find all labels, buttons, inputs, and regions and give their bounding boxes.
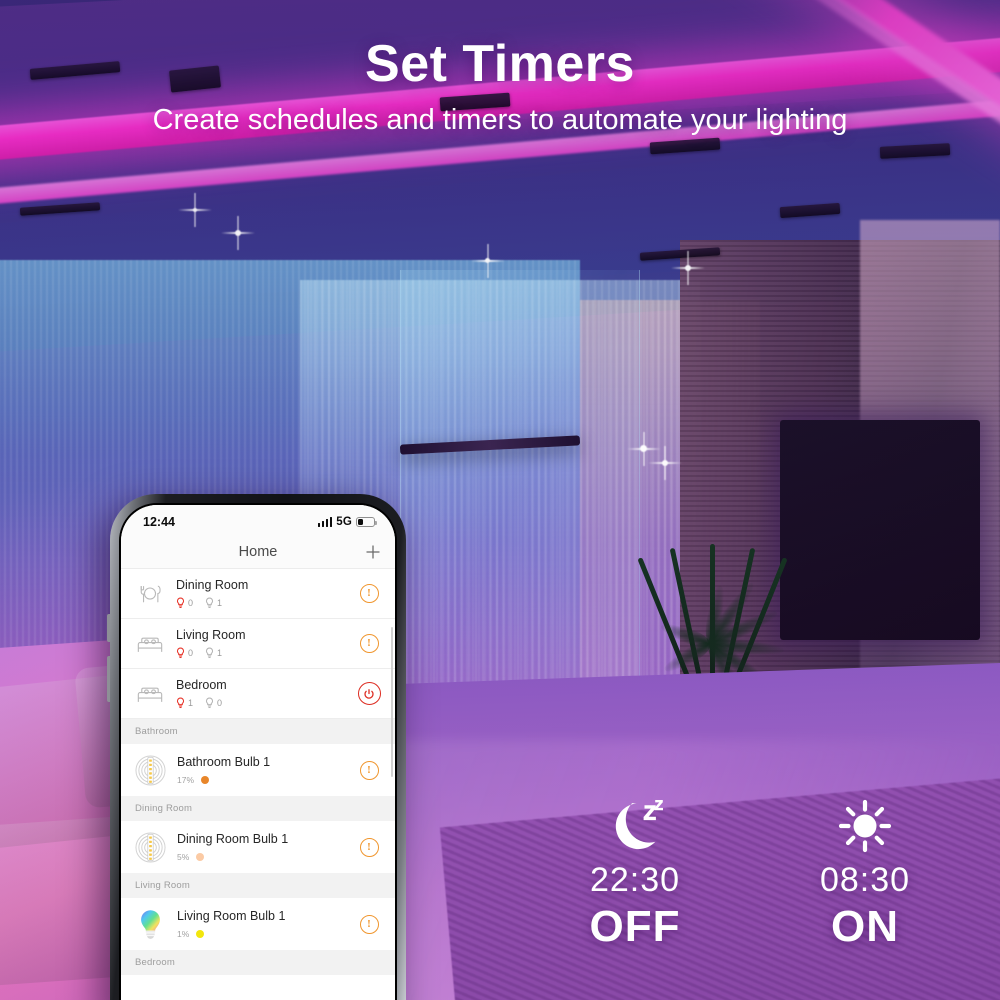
brightness-value: 5% bbox=[177, 851, 190, 862]
bulbs-on-count: 1 bbox=[176, 697, 193, 709]
timer-on-state: ON bbox=[831, 902, 899, 951]
status-bar: 12:44 5G bbox=[121, 505, 395, 535]
home-device-list[interactable]: Dining Room 0 1 ! Living Room 0 1 ! Bedr… bbox=[121, 569, 395, 1000]
phone-screen: 12:44 5G Home Dining Room 0 1 ! Living R… bbox=[121, 505, 395, 1000]
status-bar-indicators: 5G bbox=[317, 516, 377, 528]
bulb-on-icon bbox=[176, 647, 185, 658]
room-action-button[interactable]: ! bbox=[357, 632, 381, 656]
timer-on-time: 08:30 bbox=[819, 861, 911, 899]
device-action-button[interactable]: ! bbox=[357, 758, 381, 782]
bed-icon bbox=[134, 679, 166, 709]
section-header: Dining Room bbox=[121, 796, 395, 821]
list-item[interactable]: Bedroom 1 0 bbox=[121, 669, 395, 719]
device-action-button[interactable]: ! bbox=[357, 835, 381, 859]
bulbs-off-count: 1 bbox=[205, 647, 222, 659]
list-item[interactable]: Dining Room 0 1 ! bbox=[121, 569, 395, 619]
cellular-bars-icon bbox=[317, 517, 333, 527]
bulbs-off-count: 1 bbox=[205, 597, 222, 609]
brightness-value: 17% bbox=[177, 774, 195, 785]
timer-callouts: 22:30 OFF 08:30 ON bbox=[540, 795, 960, 952]
device-name: Dining Room Bulb 1 bbox=[177, 832, 289, 847]
section-header: Bathroom bbox=[121, 719, 395, 744]
color-bulb-icon bbox=[134, 908, 167, 941]
app-nav-bar: Home bbox=[121, 535, 395, 569]
add-device-button[interactable] bbox=[364, 543, 382, 561]
exclamation-circle-icon: ! bbox=[359, 837, 379, 857]
bulbs-on-count: 0 bbox=[176, 597, 193, 609]
room-name: Dining Room bbox=[176, 578, 249, 593]
sun-icon bbox=[770, 795, 960, 857]
network-label: 5G bbox=[336, 516, 352, 528]
color-swatch bbox=[196, 852, 205, 861]
device-name: Bathroom Bulb 1 bbox=[177, 755, 271, 770]
list-item-text: Bathroom Bulb 1 17% bbox=[177, 755, 347, 785]
device-action-button[interactable]: ! bbox=[357, 912, 381, 936]
room-power-toggle[interactable] bbox=[357, 682, 381, 706]
device-name: Living Room Bulb 1 bbox=[177, 909, 286, 924]
page-title: Set Timers bbox=[365, 35, 635, 93]
device-meta: 1% bbox=[177, 929, 347, 939]
led-strip-icon bbox=[134, 754, 167, 787]
section-header: Living Room bbox=[121, 873, 395, 898]
bulbs-on-count: 0 bbox=[176, 647, 193, 659]
room-bulb-counts: 0 1 bbox=[176, 647, 347, 659]
device-meta: 5% bbox=[177, 852, 347, 862]
bulbs-off-count: 0 bbox=[205, 697, 222, 709]
device-meta: 17% bbox=[177, 775, 347, 785]
list-item[interactable]: Dining Room Bulb 1 5% ! bbox=[121, 821, 395, 873]
plus-icon bbox=[366, 544, 380, 559]
list-item[interactable]: Bathroom Bulb 1 17% ! bbox=[121, 744, 395, 796]
list-item-text: Bedroom 1 0 bbox=[176, 678, 347, 709]
exclamation-circle-icon: ! bbox=[359, 914, 379, 934]
bulbs-off-value: 1 bbox=[217, 647, 223, 658]
timer-on-callout: 08:30 ON bbox=[770, 795, 960, 952]
list-item[interactable]: Living Room Bulb 1 1% ! bbox=[121, 898, 395, 950]
bulbs-off-value: 1 bbox=[217, 597, 223, 608]
bulb-off-icon bbox=[206, 597, 214, 608]
timer-off-callout: 22:30 OFF bbox=[540, 795, 730, 952]
bulbs-on-value: 0 bbox=[188, 647, 194, 658]
promo-headline-block: Set Timers Create schedules and timers t… bbox=[0, 34, 1000, 137]
bulbs-off-value: 0 bbox=[217, 697, 223, 708]
list-item[interactable]: Living Room 0 1 ! bbox=[121, 619, 395, 669]
status-bar-time: 12:44 bbox=[143, 515, 175, 529]
battery-low-icon bbox=[356, 517, 377, 527]
room-name: Bedroom bbox=[176, 678, 227, 693]
room-bulb-counts: 0 1 bbox=[176, 597, 347, 609]
led-strip-icon bbox=[134, 831, 167, 864]
bulb-off-icon bbox=[206, 647, 214, 658]
color-swatch bbox=[201, 775, 210, 784]
exclamation-circle-icon: ! bbox=[359, 634, 379, 653]
cutlery-plate-icon bbox=[134, 579, 166, 609]
phone-bezel: 12:44 5G Home Dining Room 0 1 ! Living R… bbox=[119, 503, 397, 1000]
color-swatch bbox=[196, 929, 205, 938]
exclamation-circle-icon: ! bbox=[359, 760, 379, 780]
list-item-text: Dining Room Bulb 1 5% bbox=[177, 832, 347, 862]
timer-off-time: 22:30 bbox=[589, 861, 681, 899]
moon-zzz-icon bbox=[540, 795, 730, 857]
exclamation-circle-icon: ! bbox=[359, 584, 379, 603]
bulbs-on-value: 1 bbox=[188, 697, 194, 708]
room-action-button[interactable]: ! bbox=[357, 582, 381, 606]
list-item-text: Dining Room 0 1 bbox=[176, 578, 347, 609]
nav-title: Home bbox=[238, 543, 278, 560]
power-icon bbox=[357, 682, 381, 705]
smartphone-mockup: 12:44 5G Home Dining Room 0 1 ! Living R… bbox=[107, 494, 406, 1000]
brightness-value: 1% bbox=[177, 928, 190, 939]
bulbs-on-value: 0 bbox=[188, 597, 194, 608]
room-name: Living Room bbox=[176, 628, 246, 643]
bed-icon bbox=[134, 629, 166, 659]
list-item-text: Living Room 0 1 bbox=[176, 628, 347, 659]
page-subtitle: Create schedules and timers to automate … bbox=[152, 104, 848, 136]
bulb-on-icon bbox=[176, 597, 185, 608]
section-header: Bedroom bbox=[121, 950, 395, 975]
list-scrollbar[interactable] bbox=[390, 627, 393, 777]
timer-off-state: OFF bbox=[589, 902, 681, 951]
room-bulb-counts: 1 0 bbox=[176, 697, 347, 709]
list-item-text: Living Room Bulb 1 1% bbox=[177, 909, 347, 939]
bulb-off-icon bbox=[206, 697, 214, 708]
bulb-on-icon bbox=[176, 697, 185, 708]
